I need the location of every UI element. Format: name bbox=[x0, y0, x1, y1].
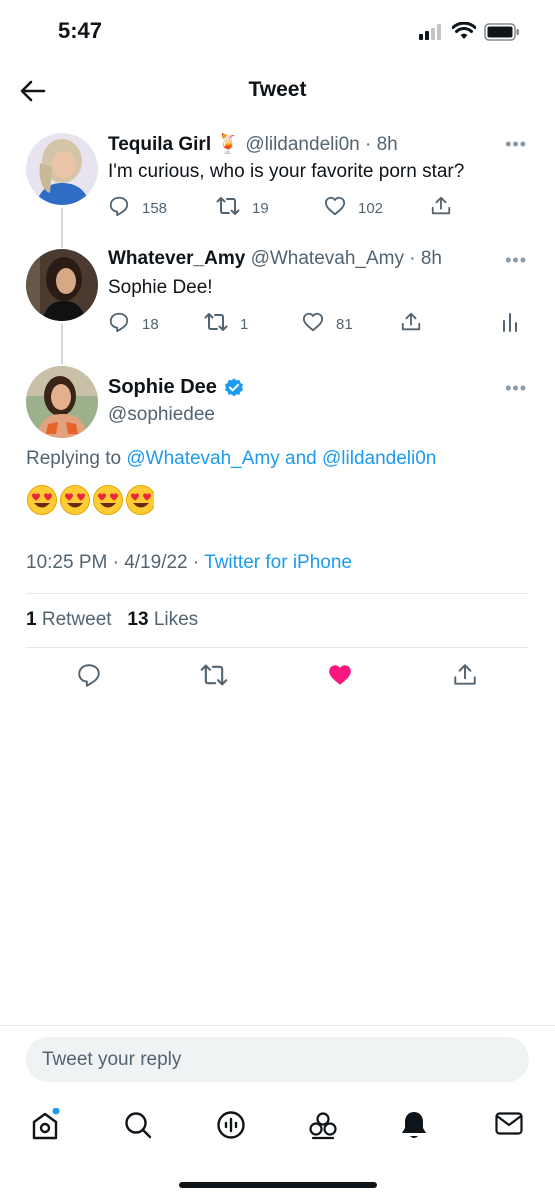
messages-icon[interactable] bbox=[494, 1111, 524, 1142]
username[interactable]: @sophiedee bbox=[108, 404, 215, 426]
likes-count: 13 bbox=[127, 609, 149, 630]
retweets-label: Retweet bbox=[41, 609, 112, 630]
more-options-icon[interactable]: ••• bbox=[505, 134, 527, 155]
more-options-icon[interactable]: ••• bbox=[505, 378, 527, 399]
display-name[interactable]: Whatever_Amy bbox=[108, 248, 245, 269]
tweet-actions: 158 19 102 bbox=[108, 195, 458, 219]
divider bbox=[26, 647, 529, 648]
retweet-button[interactable]: 19 bbox=[216, 195, 269, 221]
spaces-icon[interactable] bbox=[216, 1110, 246, 1145]
share-button[interactable] bbox=[430, 195, 464, 221]
communities-icon[interactable] bbox=[307, 1110, 339, 1145]
wifi-icon bbox=[451, 21, 477, 45]
verified-badge-icon bbox=[223, 377, 245, 399]
like-button[interactable]: 81 bbox=[302, 311, 353, 337]
tweet-time: 10:25 PM bbox=[26, 552, 108, 573]
cellular-signal-icon bbox=[419, 24, 445, 45]
display-name-row: Sophie Dee bbox=[108, 376, 245, 399]
retweet-count: 1 bbox=[240, 315, 249, 333]
tweet-age: · 8h bbox=[365, 134, 398, 155]
retweet-icon bbox=[204, 311, 240, 337]
share-button[interactable] bbox=[400, 311, 434, 337]
notifications-icon[interactable] bbox=[399, 1109, 429, 1146]
like-count: 81 bbox=[336, 315, 353, 333]
page-title: Tweet bbox=[248, 78, 307, 101]
retweets-count: 1 bbox=[26, 609, 37, 630]
tweet-meta: 10:25 PM · 4/19/22 · Twitter for iPhone bbox=[26, 552, 352, 574]
tweet-age: · 8h bbox=[409, 248, 442, 269]
heart-eyes-emojis bbox=[27, 485, 154, 515]
tweet-date: · 4/19/22 · bbox=[112, 552, 200, 573]
avatar[interactable] bbox=[26, 133, 98, 205]
reply-icon[interactable] bbox=[76, 662, 102, 693]
cocktail-emoji: 🍹 bbox=[216, 134, 241, 155]
heart-icon bbox=[302, 311, 336, 337]
analytics-icon bbox=[500, 311, 532, 337]
more-options-icon[interactable]: ••• bbox=[505, 250, 527, 271]
home-indicator bbox=[179, 1182, 377, 1188]
tweet-header: Tequila Girl 🍹 @lildandeli0n · 8h bbox=[108, 132, 398, 156]
divider bbox=[0, 1025, 555, 1026]
heart-icon bbox=[324, 195, 358, 221]
search-icon[interactable] bbox=[123, 1110, 153, 1145]
mention-link[interactable]: @Whatevah_Amy bbox=[126, 448, 279, 469]
retweet-icon bbox=[216, 195, 252, 221]
display-name[interactable]: Tequila Girl bbox=[108, 134, 211, 155]
like-count: 102 bbox=[358, 199, 384, 217]
like-button[interactable]: 102 bbox=[324, 195, 383, 221]
avatar[interactable] bbox=[26, 249, 98, 321]
mention-link[interactable]: @lildandeli0n bbox=[322, 448, 436, 469]
top-nav: Tweet bbox=[0, 68, 555, 112]
retweet-count: 19 bbox=[252, 199, 269, 217]
likes-stat[interactable]: 13 Likes bbox=[127, 609, 198, 630]
bottom-tab-bar bbox=[0, 1100, 555, 1150]
display-name[interactable]: Sophie Dee bbox=[108, 376, 217, 399]
status-bar: 5:47 bbox=[0, 0, 555, 60]
replying-to: Replying to @Whatevah_Amy and @lildandel… bbox=[26, 448, 436, 470]
share-icon bbox=[400, 311, 434, 337]
battery-icon bbox=[484, 23, 520, 46]
avatar[interactable] bbox=[26, 366, 98, 438]
likes-label: Likes bbox=[153, 609, 199, 630]
reply-icon bbox=[108, 195, 142, 221]
reply-count: 18 bbox=[142, 315, 159, 333]
liked-heart-icon[interactable] bbox=[327, 662, 353, 693]
thread-connector bbox=[61, 208, 63, 248]
tweet-header: Whatever_Amy @Whatevah_Amy · 8h bbox=[108, 248, 442, 270]
share-icon bbox=[430, 195, 464, 221]
engagement-stats: 1 Retweet 13 Likes bbox=[26, 609, 198, 631]
share-icon[interactable] bbox=[452, 662, 478, 693]
username[interactable]: @lildandeli0n bbox=[245, 134, 359, 155]
tweet-source[interactable]: Twitter for iPhone bbox=[204, 552, 352, 573]
retweets-stat[interactable]: 1 Retweet bbox=[26, 609, 112, 630]
thread-connector bbox=[61, 324, 63, 364]
reply-input[interactable] bbox=[26, 1037, 529, 1082]
retweet-icon[interactable] bbox=[200, 662, 228, 693]
reply-count: 158 bbox=[142, 199, 168, 217]
tweet-text bbox=[26, 484, 154, 516]
analytics-button[interactable] bbox=[500, 311, 532, 337]
tweet-actions: 18 1 81 bbox=[108, 311, 528, 335]
retweet-button[interactable]: 1 bbox=[204, 311, 248, 337]
reply-icon bbox=[108, 311, 142, 337]
tweet-text: I'm curious, who is your favorite porn s… bbox=[108, 161, 465, 182]
main-tweet-actions bbox=[0, 662, 555, 692]
reply-button[interactable]: 18 bbox=[108, 311, 159, 337]
status-time: 5:47 bbox=[58, 18, 103, 43]
home-icon[interactable] bbox=[30, 1107, 60, 1147]
reply-button[interactable]: 158 bbox=[108, 195, 167, 221]
divider bbox=[26, 593, 529, 594]
replying-and: and bbox=[279, 448, 323, 469]
tweet-text: Sophie Dee! bbox=[108, 277, 213, 298]
replying-prefix: Replying to bbox=[26, 448, 127, 469]
username[interactable]: @Whatevah_Amy bbox=[251, 248, 404, 269]
